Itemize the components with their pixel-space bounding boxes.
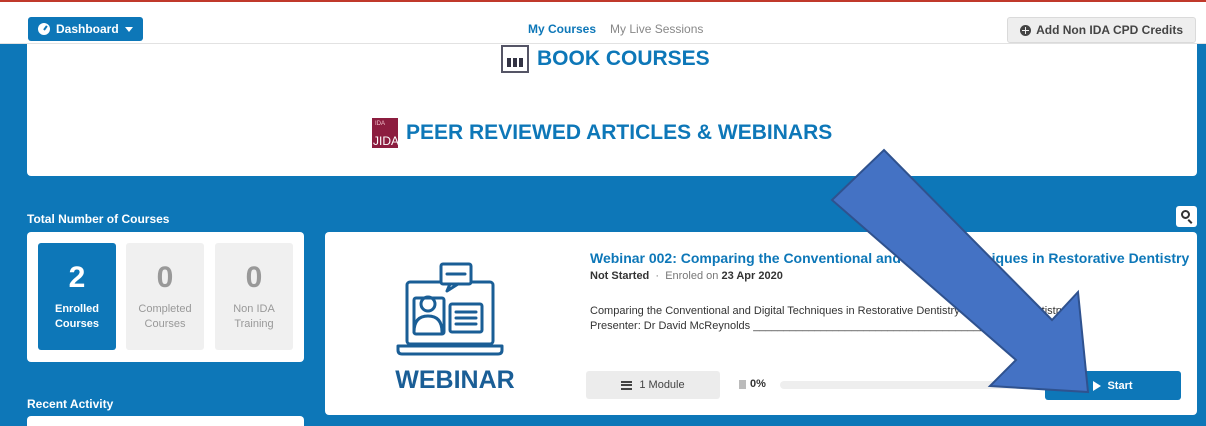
plus-circle-icon: [1020, 24, 1032, 36]
course-stats-card: 2 Enrolled Courses 0 Completed Courses 0…: [27, 232, 304, 362]
description-line: Presenter: Dr David McReynolds _________…: [590, 320, 1005, 332]
stat-label: Enrolled Courses: [54, 303, 100, 330]
course-status: Not Started: [590, 270, 650, 282]
stat-value: 0: [156, 261, 174, 294]
stat-enrolled-courses[interactable]: 2 Enrolled Courses: [38, 243, 116, 350]
stat-value: 0: [245, 261, 263, 294]
search-icon: [1181, 210, 1190, 219]
chevron-down-icon: [124, 26, 133, 32]
add-non-ida-cpd-credits-button[interactable]: Add Non IDA CPD Credits: [1007, 17, 1196, 43]
tab-my-live-sessions[interactable]: My Live Sessions: [610, 22, 703, 36]
course-image-caption: WEBINAR: [395, 366, 515, 394]
progress-bar: [780, 381, 1030, 389]
dashboard-dropdown-button[interactable]: Dashboard: [28, 17, 143, 41]
stat-value: 2: [68, 261, 86, 294]
course-links-panel: BOOK COURSES IDA JIDA PEER REVIEWED ARTI…: [27, 44, 1197, 176]
top-nav-bar: Dashboard My Courses My Live Sessions Ad…: [0, 0, 1206, 44]
progress-label: 0%: [750, 378, 766, 390]
dashboard-icon: [38, 23, 50, 35]
stat-label: Completed Courses: [138, 303, 192, 330]
book-courses-link[interactable]: BOOK COURSES: [501, 45, 710, 73]
tab-bar: My Courses My Live Sessions: [528, 22, 703, 36]
description-line: Comparing the Conventional and Digital T…: [590, 305, 1065, 317]
start-course-button[interactable]: Start: [1045, 371, 1181, 400]
modules-button[interactable]: 1 Module: [586, 371, 720, 399]
list-icon: [621, 380, 633, 390]
stat-completed-courses[interactable]: 0 Completed Courses: [126, 243, 204, 350]
add-credits-label: Add Non IDA CPD Credits: [1036, 23, 1183, 37]
play-icon: [1093, 380, 1102, 391]
dashboard-label: Dashboard: [56, 22, 119, 36]
progress-percent: 0%: [739, 378, 766, 390]
peer-reviewed-articles-link[interactable]: IDA JIDA PEER REVIEWED ARTICLES & WEBINA…: [372, 118, 832, 148]
read-more-link[interactable]: more: [1007, 320, 1032, 332]
start-label: Start: [1107, 379, 1133, 392]
classroom-icon: [501, 45, 529, 73]
search-button[interactable]: [1176, 206, 1197, 227]
webinar-laptop-icon: [396, 262, 504, 356]
course-status-line: Not Started · Enroled on 23 Apr 2020: [590, 270, 783, 282]
modules-label: 1 Module: [639, 379, 685, 391]
enrolled-date: 23 Apr 2020: [721, 270, 783, 282]
jida-logo: IDA JIDA: [372, 118, 399, 148]
peer-reviewed-label: PEER REVIEWED ARTICLES & WEBINARS: [406, 121, 833, 144]
course-title-link[interactable]: Webinar 002: Comparing the Conventional …: [590, 250, 1189, 266]
course-thumbnail[interactable]: WEBINAR: [374, 260, 534, 395]
course-description: Comparing the Conventional and Digital T…: [590, 304, 1065, 334]
recent-activity-card: [27, 416, 304, 426]
stat-non-ida-training[interactable]: 0 Non IDA Training: [215, 243, 293, 350]
enrolled-prefix: Enroled on: [665, 270, 719, 282]
course-card: WEBINAR Webinar 002: Comparing the Conve…: [325, 232, 1197, 415]
total-courses-heading: Total Number of Courses: [27, 212, 170, 226]
tab-my-courses[interactable]: My Courses: [528, 22, 596, 36]
flag-icon: [739, 379, 746, 389]
book-courses-label: BOOK COURSES: [537, 47, 710, 70]
recent-activity-heading: Recent Activity: [27, 397, 114, 411]
stat-label: Non IDA Training: [233, 303, 275, 330]
